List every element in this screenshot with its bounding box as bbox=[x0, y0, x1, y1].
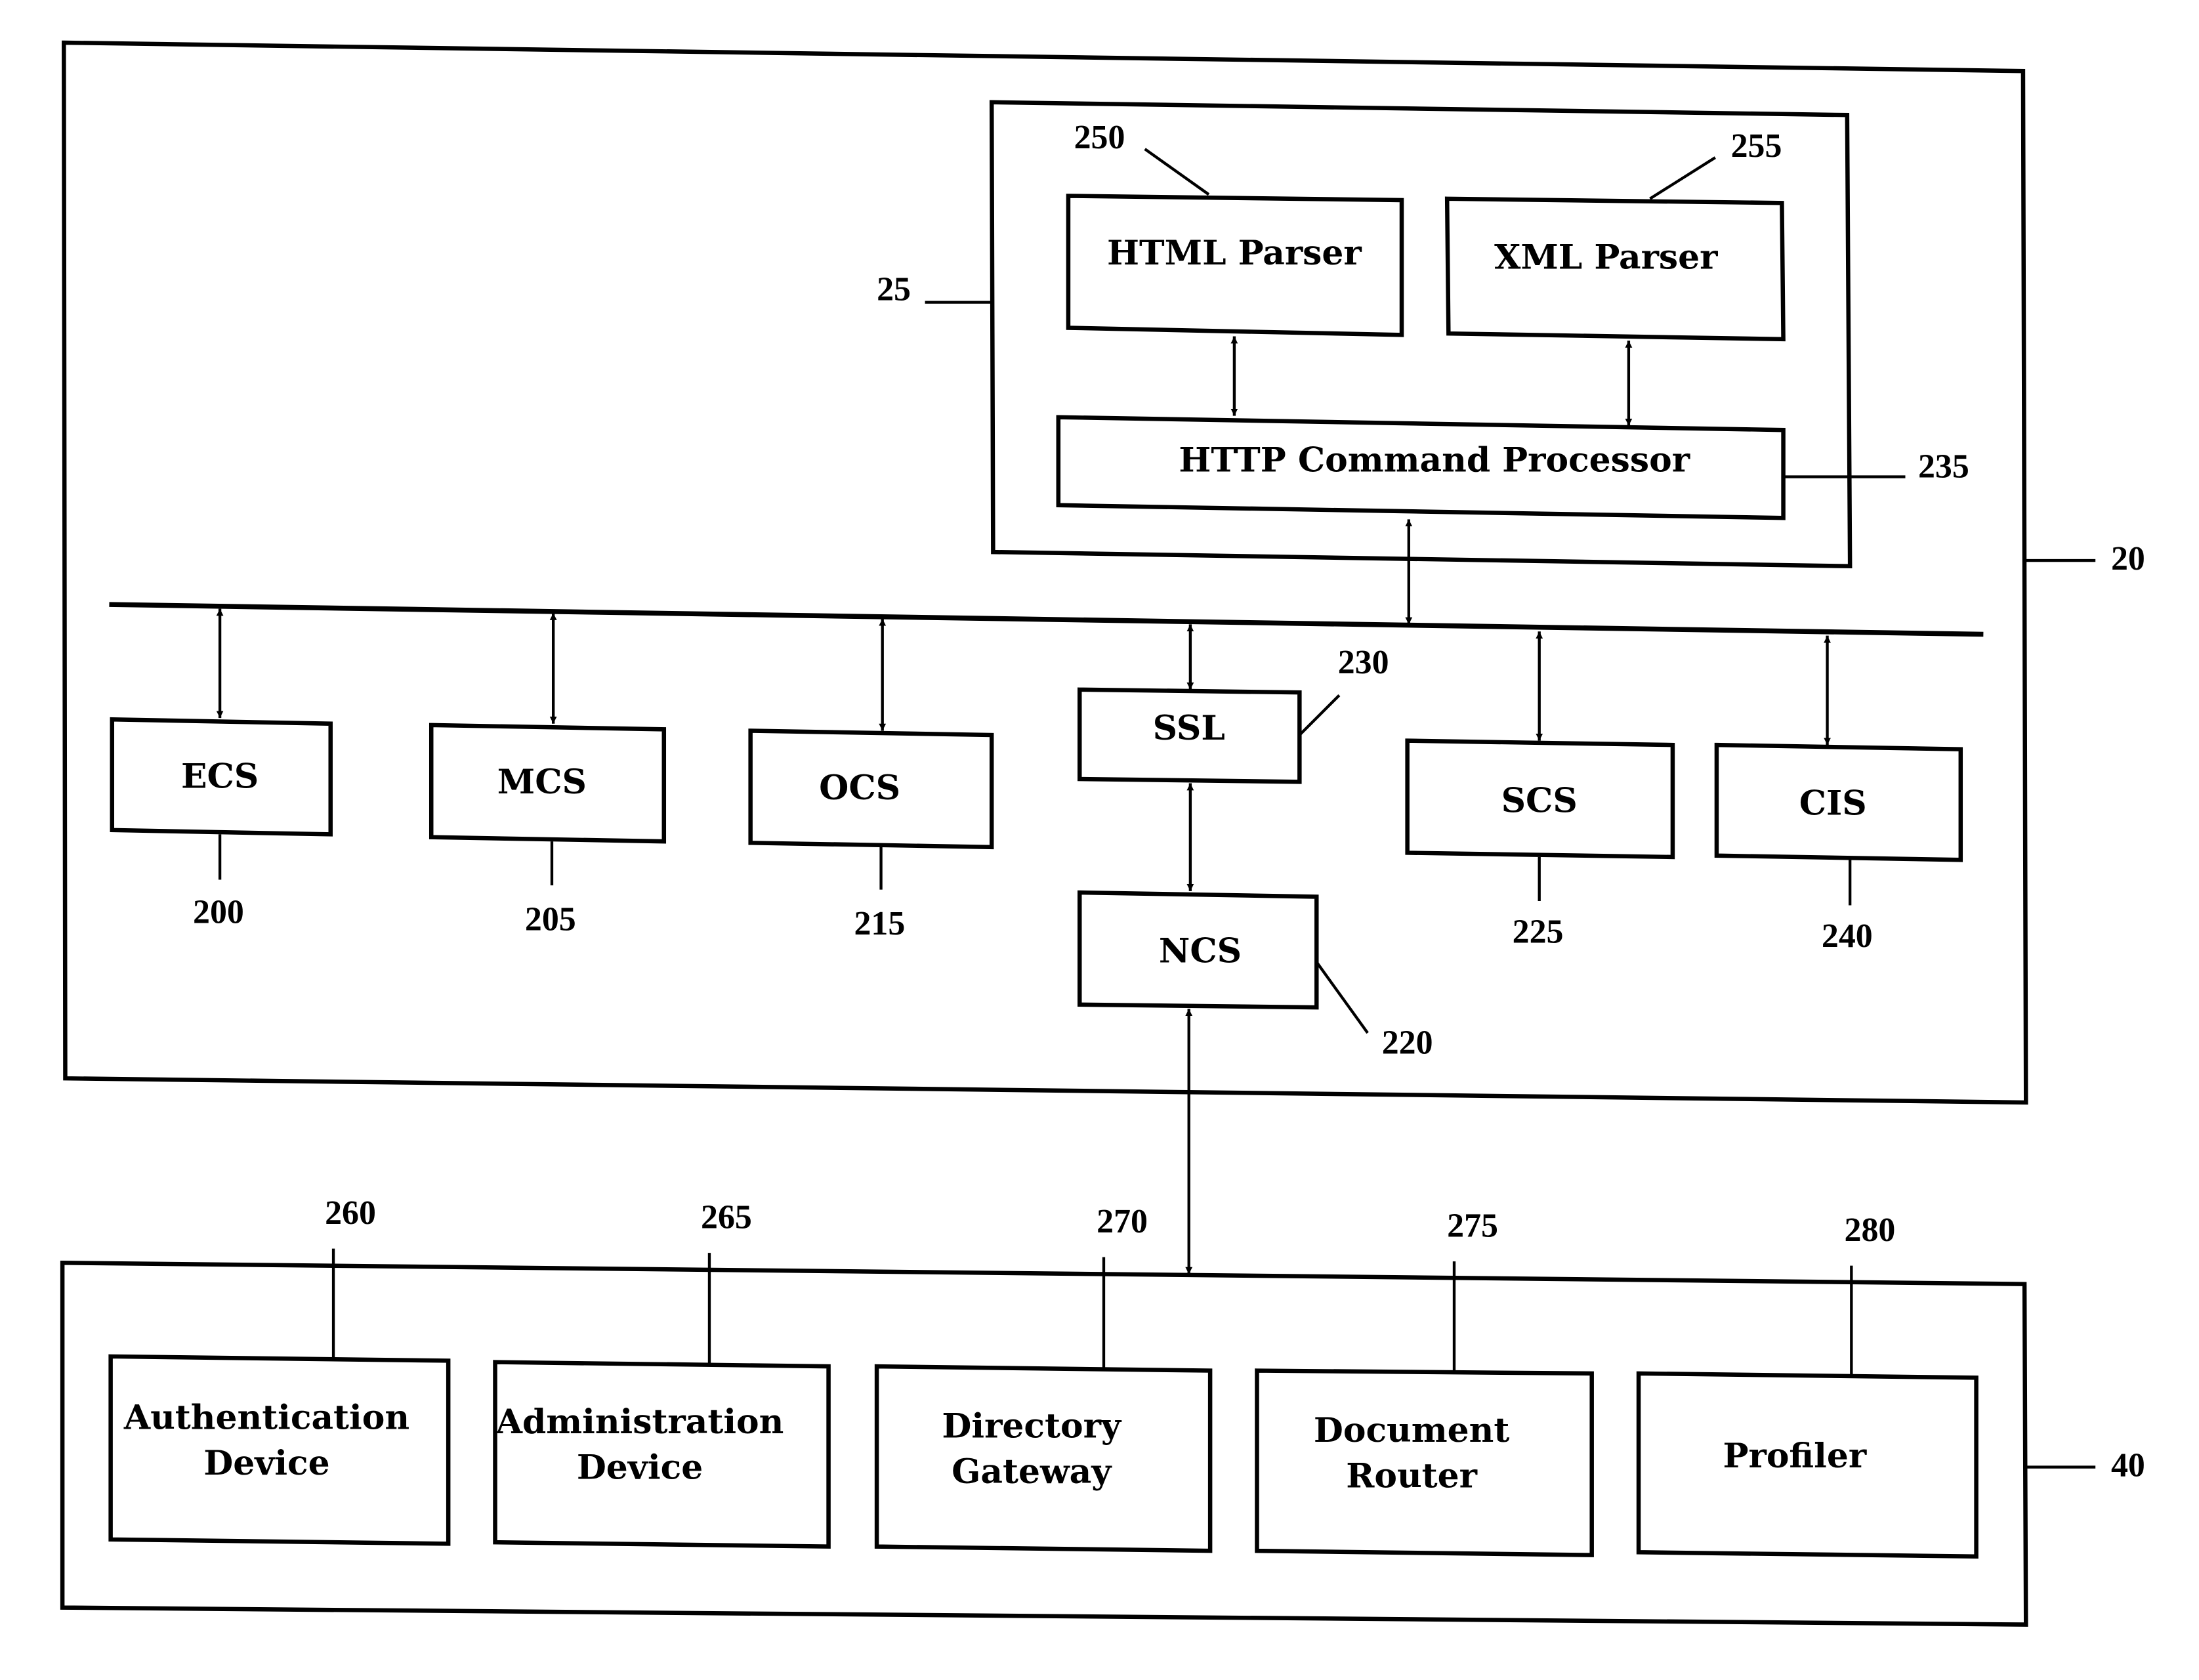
document-router-label-1: Document bbox=[1314, 1410, 1509, 1450]
directory-gateway-label-1: Directory bbox=[942, 1406, 1122, 1446]
ecs-ref: 200 bbox=[193, 893, 244, 931]
directory-gateway-ref: 270 bbox=[1097, 1203, 1148, 1240]
admin-device-ref: 265 bbox=[701, 1198, 752, 1236]
html-parser-label: HTML Parser bbox=[1107, 233, 1362, 273]
mcs-ref: 205 bbox=[525, 900, 576, 938]
system-bus bbox=[109, 602, 1984, 637]
profiler-ref: 280 bbox=[1845, 1211, 1896, 1249]
admin-device-label-1: Administration bbox=[495, 1402, 784, 1442]
devices-ref-label: 40 bbox=[2111, 1447, 2145, 1484]
admin-device-label-2: Device bbox=[577, 1447, 703, 1487]
xml-parser-ref: 255 bbox=[1731, 127, 1782, 165]
ncs-label: NCS bbox=[1159, 931, 1242, 971]
ssl-ref: 230 bbox=[1338, 644, 1389, 681]
ocs-ref: 215 bbox=[854, 905, 905, 942]
cis-label: CIS bbox=[1799, 784, 1867, 824]
auth-device-label-1: Authentication bbox=[123, 1398, 409, 1438]
ssl-label: SSL bbox=[1153, 708, 1225, 748]
ssl-ref-leader bbox=[1298, 694, 1341, 736]
auth-device-label-2: Device bbox=[203, 1443, 329, 1483]
ncs-ref: 220 bbox=[1382, 1024, 1433, 1061]
scs-label: SCS bbox=[1501, 780, 1578, 820]
xml-parser-label: XML Parser bbox=[1494, 237, 1718, 277]
ecs-label: ECS bbox=[181, 757, 259, 797]
document-router-ref: 275 bbox=[1447, 1207, 1498, 1244]
http-processor-ref: 235 bbox=[1918, 448, 1969, 486]
html-parser-ref-leader bbox=[1144, 148, 1210, 196]
system-diagram: 20 25 HTML Parser 250 XML Parser 255 HTT… bbox=[60, 40, 2145, 1627]
cis-ref: 240 bbox=[1822, 917, 1873, 955]
http-processor-label: HTTP Command Processor bbox=[1179, 440, 1690, 480]
xml-parser-ref-leader bbox=[1649, 156, 1716, 200]
scs-ref: 225 bbox=[1513, 914, 1564, 951]
system-ref-label: 20 bbox=[2111, 540, 2145, 578]
directory-gateway-label-2: Gateway bbox=[952, 1452, 1112, 1492]
document-router-label-2: Router bbox=[1346, 1456, 1477, 1496]
ncs-ref-leader bbox=[1315, 961, 1369, 1034]
profiler-label: Profiler bbox=[1723, 1436, 1866, 1476]
gateway-ref-label: 25 bbox=[877, 270, 911, 308]
html-parser-ref: 250 bbox=[1074, 119, 1125, 156]
ocs-label: OCS bbox=[819, 768, 900, 808]
mcs-label: MCS bbox=[497, 762, 587, 802]
auth-device-ref: 260 bbox=[325, 1194, 376, 1232]
